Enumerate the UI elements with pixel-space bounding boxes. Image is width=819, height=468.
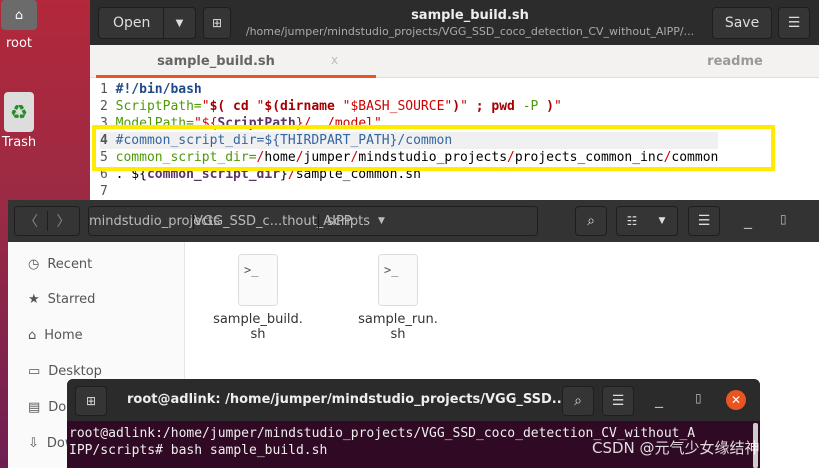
files-header: 〈 〉 mindstudio_projects VGG_SSD_c...thou… [8,200,819,242]
sidebar-item-home[interactable]: ⌂ Home [28,328,83,343]
trash-icon: ♻ [4,92,34,132]
script-file-icon: >_ [238,254,278,306]
breadcrumb-item[interactable]: mindstudio_projects [89,214,220,229]
close-icon[interactable]: ✕ [726,390,746,410]
sidebar-item-recent[interactable]: ◷ Recent [28,257,92,272]
star-icon: ★ [28,292,40,307]
chevron-down-icon[interactable]: ▼ [647,216,677,226]
code-line: 2 ScriptPath="$( cd "$(dirname "$BASH_SO… [100,99,562,114]
list-view-icon[interactable]: ☷ [617,214,647,228]
breadcrumb-item[interactable]: VGG_SSD_c...thout_AIPP [193,213,352,229]
sidebar-item-desktop[interactable]: ▭ Desktop [28,364,102,379]
new-tab-button[interactable]: ⊞ [203,7,231,39]
code-line: 7 [100,184,108,199]
minimize-icon[interactable]: _ [655,389,663,408]
desktop-icon: ▭ [28,364,41,379]
search-icon[interactable]: ⌕ [562,386,594,416]
download-icon: ⇩ [28,436,39,451]
view-options[interactable]: ☷ ▼ [616,206,678,236]
save-button[interactable]: Save [712,7,772,39]
forward-icon[interactable]: 〉 [46,211,79,231]
trash-label: Trash [1,135,37,150]
nav-buttons: 〈 〉 [14,206,80,236]
editor-path: /home/jumper/mindstudio_projects/VGG_SSD… [245,25,695,38]
sidebar-item-starred[interactable]: ★ Starred [28,292,95,307]
watermark: CSDN @元气少女缘结神 [592,439,760,457]
editor-title-area: sample_build.sh /home/jumper/mindstudio_… [240,8,700,38]
home-label: root [5,36,33,51]
close-tab-icon[interactable]: x [331,53,338,67]
tab-readme[interactable]: readme [650,54,819,69]
home-icon: ⌂ [1,0,37,30]
code-line: 1 #!/bin/bash [100,82,202,97]
new-tab-button[interactable]: ⊞ [75,386,107,416]
editor-title: sample_build.sh [411,8,529,23]
breadcrumb: mindstudio_projects VGG_SSD_c...thout_AI… [88,206,538,236]
menu-icon[interactable]: ☰ [778,7,810,39]
maximize-icon[interactable]: ▯ [780,212,787,226]
home-icon: ⌂ [28,328,37,343]
highlight-box [92,125,775,171]
menu-icon[interactable]: ☰ [688,206,720,236]
file-item[interactable]: >_ sample_run. sh [348,254,448,342]
document-icon: ▤ [28,400,41,415]
breadcrumb-item[interactable]: scripts [318,213,378,229]
terminal-title: root@adlink: /home/jumper/mindstudio_pro… [127,392,567,407]
minimize-icon[interactable]: _ [744,210,752,229]
terminal-header: ⊞ root@adlink: /home/jumper/mindstudio_p… [67,379,760,421]
clock-icon: ◷ [28,257,40,272]
open-button[interactable]: Open ▼ [98,7,196,39]
text-editor-window: Open ▼ ⊞ sample_build.sh /home/jumper/mi… [90,0,819,200]
tab-bar: sample_build.sh x readme [90,45,819,78]
desktop-trash[interactable]: ♻ Trash [0,92,38,150]
menu-icon[interactable]: ☰ [602,386,634,416]
editor-header: Open ▼ ⊞ sample_build.sh /home/jumper/mi… [90,0,819,45]
back-icon[interactable]: 〈 [15,211,47,231]
file-item[interactable]: >_ sample_build. sh [208,254,308,342]
tab-sample-build[interactable]: sample_build.sh x [96,45,376,78]
search-icon[interactable]: ⌕ [575,206,607,236]
desktop-home-folder[interactable]: ⌂ root [0,0,38,51]
maximize-icon[interactable]: ▯ [695,391,702,405]
chevron-down-icon[interactable]: ▼ [163,8,195,38]
chevron-down-icon[interactable]: ▼ [378,216,385,226]
script-file-icon: >_ [378,254,418,306]
